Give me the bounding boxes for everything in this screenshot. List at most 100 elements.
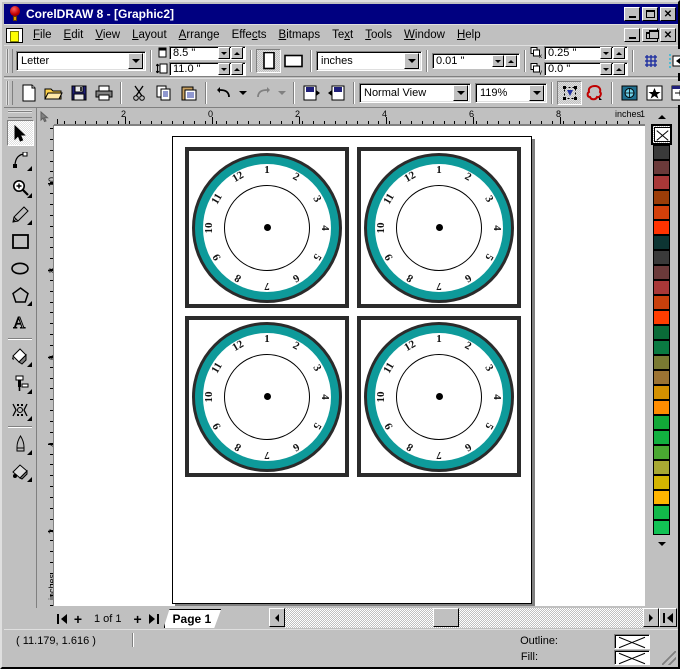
maximize-button[interactable] [642,7,658,21]
color-swatch[interactable] [653,295,670,310]
hscroll-left-button[interactable] [269,608,285,627]
mdi-minimize-button[interactable] [624,28,640,42]
window-resize-grip[interactable] [662,651,676,665]
color-swatch[interactable] [653,145,670,160]
nudge-offset-field[interactable]: 0.01 " [432,53,520,69]
corel-online-button[interactable] [582,81,607,105]
menu-effects[interactable]: Effects [226,27,273,43]
menu-view[interactable]: View [89,27,126,43]
color-swatch[interactable] [653,370,670,385]
palette-scroll-down-button[interactable] [653,537,670,550]
color-swatch[interactable] [653,160,670,175]
color-swatch[interactable] [653,490,670,505]
horizontal-scroll-thumb[interactable] [433,608,459,627]
menu-help[interactable]: Help [451,27,487,43]
color-swatch[interactable] [653,340,670,355]
new-document-button[interactable] [16,81,41,105]
presets-button[interactable] [667,81,680,105]
outline-tool[interactable] [6,431,34,457]
color-swatch[interactable] [653,205,670,220]
toolbox-grip[interactable] [8,110,32,118]
menu-file[interactable]: FFileile [27,27,58,43]
property-bar-grip[interactable] [6,49,13,73]
view-mode-combo[interactable]: Normal View [359,83,471,103]
menu-layout[interactable]: Layout [126,27,173,43]
palette-scroll-up-button[interactable] [653,110,670,123]
color-swatch[interactable] [653,475,670,490]
paper-width-up[interactable] [231,47,243,59]
clock-graphic[interactable]: 12 1 2 3 4 5 6 7 8 9 10 11 [192,321,342,472]
clock-cell-1[interactable]: 12 1 2 3 4 5 6 7 8 9 10 11 [185,147,349,308]
chevron-down-icon[interactable] [529,85,544,101]
portrait-orientation-button[interactable] [256,49,281,73]
duplicate-y-field[interactable]: 0.0 " [544,62,628,76]
copy-button[interactable] [151,81,176,105]
paper-type-combo[interactable]: Letter [16,51,146,71]
duplicate-x-field[interactable]: 0.25 " [544,46,628,60]
zoom-tool[interactable] [6,174,34,200]
last-page-button[interactable] [145,610,162,627]
color-swatch[interactable] [653,250,670,265]
undo-dropdown[interactable] [236,81,250,105]
color-swatch[interactable] [653,265,670,280]
color-swatch[interactable] [653,325,670,340]
color-swatch[interactable] [653,460,670,475]
color-swatch[interactable] [653,385,670,400]
paper-width-down[interactable] [218,47,230,59]
no-color-swatch-selected[interactable] [651,124,672,145]
import-button[interactable] [299,81,324,105]
color-swatch[interactable] [653,505,670,520]
interactive-fill-tool[interactable] [6,343,34,369]
chevron-down-icon[interactable] [453,85,468,101]
color-swatch[interactable] [653,310,670,325]
minimize-button[interactable] [624,7,640,21]
eyedropper-tool[interactable] [6,370,34,396]
first-page-button[interactable] [54,610,70,627]
hscroll-right-button[interactable] [643,608,659,627]
undo-button[interactable] [211,81,236,105]
paper-height-down[interactable] [218,63,230,75]
chevron-down-icon[interactable] [128,53,143,69]
save-document-button[interactable] [66,81,91,105]
color-swatch[interactable] [653,400,670,415]
page-1-surface[interactable]: 12 1 2 3 4 5 6 7 8 9 10 11 12 1 2 3 4 5 6 7 8 9 10 11 [172,136,532,604]
menu-edit[interactable]: Edit [58,27,90,43]
vertical-ruler[interactable]: 10 8 6 4 2 inches [37,125,54,606]
clock-cell-3[interactable]: 12 1 2 3 4 5 6 7 8 9 10 11 [185,316,349,477]
standard-toolbar-grip[interactable] [6,81,13,105]
menu-arrange[interactable]: Arrange [173,27,226,43]
menu-text[interactable]: Text [326,27,359,43]
page-tab-1[interactable]: Page 1 [164,609,222,628]
ellipse-tool[interactable] [6,255,34,281]
color-swatch[interactable] [653,190,670,205]
close-button[interactable]: ✕ [660,7,676,21]
color-swatch[interactable] [653,355,670,370]
horizontal-scroll-track[interactable] [285,608,643,628]
application-launcher-button[interactable] [557,81,582,105]
clock-group[interactable]: 12 1 2 3 4 5 6 7 8 9 10 11 12 1 2 3 4 5 6 7 8 9 10 11 [185,147,521,477]
mdi-close-button[interactable]: ✕ [660,28,676,42]
print-button[interactable] [91,81,116,105]
cut-button[interactable] [126,81,151,105]
add-page-after-button[interactable]: + [129,610,146,627]
dup-y-up[interactable] [613,63,625,75]
dup-x-down[interactable] [600,47,612,59]
drawing-canvas[interactable]: 12 1 2 3 4 5 6 7 8 9 10 11 12 1 2 3 4 5 6 7 8 9 10 11 [54,125,645,606]
outline-color-swatch[interactable] [614,634,650,649]
nudge-down[interactable] [492,55,504,67]
ruler-origin-button[interactable] [37,108,54,125]
document-icon[interactable] [6,27,23,43]
landscape-orientation-button[interactable] [281,49,306,73]
text-tool[interactable]: A [6,309,34,335]
menu-window[interactable]: Window [398,27,451,43]
scrapbook-button[interactable] [617,81,642,105]
color-swatch[interactable] [653,235,670,250]
export-button[interactable] [324,81,349,105]
snap-to-guidelines-button[interactable] [663,49,680,73]
menu-tools[interactable]: Tools [359,27,398,43]
paper-height-up[interactable] [231,63,243,75]
polygon-tool[interactable] [6,282,34,308]
menu-bitmaps[interactable]: Bitmaps [273,27,327,43]
mdi-restore-button[interactable] [642,28,659,42]
clock-graphic[interactable]: 12 1 2 3 4 5 6 7 8 9 10 11 [364,321,514,472]
